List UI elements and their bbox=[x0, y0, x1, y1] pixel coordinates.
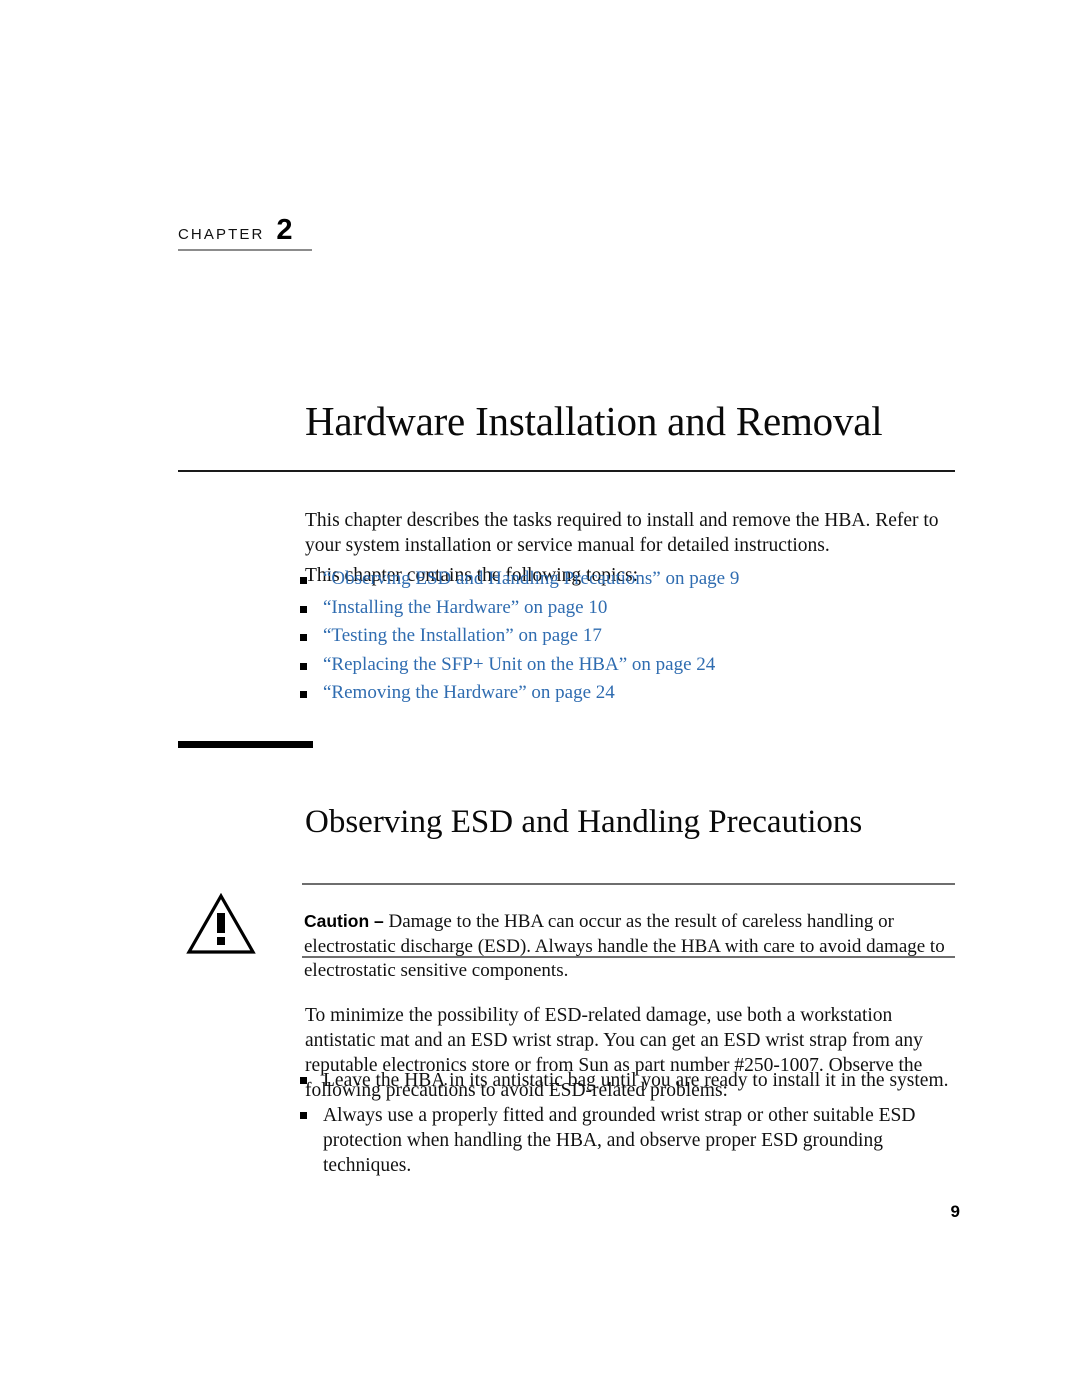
intro-paragraph-1: This chapter describes the tasks require… bbox=[305, 509, 939, 556]
list-item[interactable]: “Removing the Hardware” on page 24 bbox=[300, 682, 960, 703]
list-item[interactable]: “Observing ESD and Handling Precautions”… bbox=[300, 568, 960, 589]
topic-link[interactable]: “Installing the Hardware” on page 10 bbox=[323, 597, 607, 618]
topic-link[interactable]: “Testing the Installation” on page 17 bbox=[323, 625, 602, 646]
square-bullet-icon bbox=[300, 691, 307, 698]
title-divider bbox=[178, 470, 955, 472]
square-bullet-icon bbox=[300, 1112, 307, 1119]
list-item: Always use a properly fitted and grounde… bbox=[300, 1103, 965, 1178]
list-item: Leave the HBA in its antistatic bag unti… bbox=[300, 1068, 965, 1093]
square-bullet-icon bbox=[300, 662, 307, 670]
list-item[interactable]: “Replacing the SFP+ Unit on the HBA” on … bbox=[300, 654, 960, 675]
precautions-list: Leave the HBA in its antistatic bag unti… bbox=[300, 1068, 965, 1188]
chapter-number: 2 bbox=[276, 214, 293, 246]
chapter-label-word: CHAPTER bbox=[178, 226, 265, 243]
square-bullet-icon bbox=[300, 605, 307, 613]
topic-link[interactable]: “Removing the Hardware” on page 24 bbox=[323, 682, 615, 703]
chapter-label: CHAPTER 2 bbox=[178, 216, 312, 251]
section-divider bbox=[178, 741, 313, 748]
square-bullet-icon bbox=[300, 634, 307, 641]
caution-divider-top bbox=[302, 883, 955, 885]
caution-text: Caution – Damage to the HBA can occur as… bbox=[304, 909, 959, 984]
caution-body: Damage to the HBA can occur as the resul… bbox=[304, 911, 945, 981]
list-item[interactable]: “Installing the Hardware” on page 10 bbox=[300, 597, 960, 618]
warning-triangle-icon bbox=[186, 892, 256, 955]
square-bullet-icon bbox=[300, 577, 307, 584]
topic-link[interactable]: “Observing ESD and Handling Precautions”… bbox=[323, 568, 739, 589]
precaution-text: Leave the HBA in its antistatic bag unti… bbox=[323, 1070, 949, 1091]
precaution-text: Always use a properly fitted and grounde… bbox=[323, 1105, 916, 1176]
square-bullet-icon bbox=[300, 1077, 307, 1084]
page-number: 9 bbox=[950, 1202, 960, 1221]
page-title: Hardware Installation and Removal bbox=[305, 398, 883, 445]
caution-label: Caution – bbox=[304, 911, 384, 931]
list-item[interactable]: “Testing the Installation” on page 17 bbox=[300, 625, 960, 646]
document-page: CHAPTER 2 Hardware Installation and Remo… bbox=[0, 0, 1080, 1397]
topics-list: “Observing ESD and Handling Precautions”… bbox=[300, 568, 960, 711]
section-heading: Observing ESD and Handling Precautions bbox=[305, 804, 863, 841]
topic-link[interactable]: “Replacing the SFP+ Unit on the HBA” on … bbox=[323, 654, 715, 675]
